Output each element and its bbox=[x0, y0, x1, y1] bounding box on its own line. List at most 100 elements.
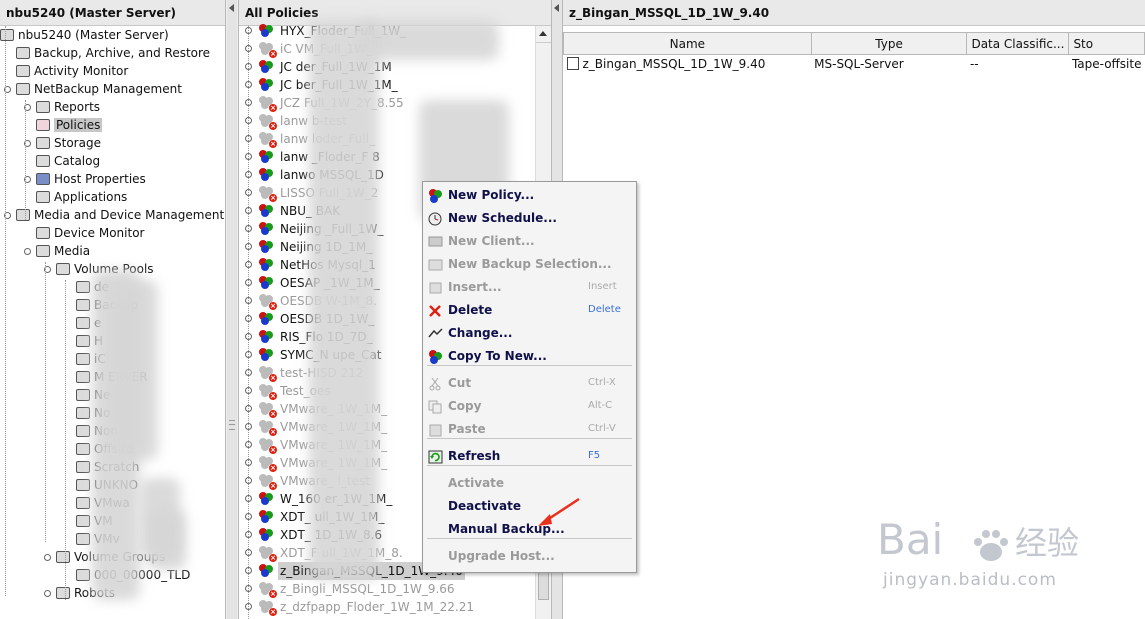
device-monitor-icon bbox=[36, 227, 50, 239]
policy-inactive-icon: × bbox=[259, 96, 277, 112]
tree-item-label: Device Monitor bbox=[54, 226, 145, 240]
menu-item-deactivate[interactable]: Deactivate bbox=[423, 495, 636, 517]
tree-item-catalog[interactable]: Catalog bbox=[36, 152, 100, 170]
tree-item-netbackup-management[interactable]: NetBackup Management bbox=[16, 80, 182, 98]
tree-item-policies[interactable]: Policies bbox=[36, 116, 103, 134]
menu-item-cut[interactable]: Cut Ctrl-X bbox=[423, 372, 636, 394]
column-header-data-classification[interactable]: Data Classific... bbox=[966, 32, 1070, 55]
tree-item-device-monitor[interactable]: Device Monitor bbox=[36, 224, 144, 242]
tree-item-label: Storage bbox=[54, 136, 101, 150]
redaction-blur bbox=[359, 20, 499, 60]
tree-item-storage[interactable]: Storage bbox=[36, 134, 101, 152]
insert-icon bbox=[428, 280, 443, 294]
expand-toggle-icon[interactable] bbox=[24, 248, 31, 255]
menu-item-shortcut: F5 bbox=[588, 450, 601, 461]
menu-item-new-backup-selection[interactable]: New Backup Selection... bbox=[423, 253, 636, 275]
menu-item-shortcut: Ctrl-V bbox=[588, 423, 616, 434]
menu-item-label: New Schedule... bbox=[448, 211, 557, 225]
expand-toggle-icon[interactable] bbox=[44, 590, 51, 597]
context-menu: New Policy... New Schedule... New Client..… bbox=[422, 181, 637, 573]
menu-item-shortcut: Alt-C bbox=[588, 400, 613, 411]
tree-item-applications[interactable]: Applications bbox=[36, 188, 127, 206]
tree-item-label: Reports bbox=[54, 100, 101, 114]
menu-item-change[interactable]: Change... bbox=[423, 322, 636, 344]
baidu-paw-icon: Bai 经验 bbox=[877, 515, 1079, 564]
menu-item-shortcut: Delete bbox=[588, 304, 621, 315]
expand-toggle-icon[interactable] bbox=[44, 554, 51, 561]
policy-inactive-icon: × bbox=[259, 420, 277, 436]
menu-item-refresh[interactable]: Refresh F5 bbox=[423, 445, 636, 467]
tree-item-reports[interactable]: Reports bbox=[36, 98, 100, 116]
policy-doc-icon bbox=[566, 57, 579, 70]
policy-active-icon bbox=[259, 258, 275, 272]
tree-item-media-and-device-management[interactable]: Media and Device Management bbox=[16, 206, 224, 224]
policy-inactive-icon: × bbox=[259, 294, 277, 310]
menu-item-label: Deactivate bbox=[448, 499, 521, 513]
menu-item-insert[interactable]: Insert... Insert bbox=[423, 276, 636, 298]
menu-item-label: Refresh bbox=[448, 449, 501, 463]
menu-item-delete[interactable]: Delete Delete bbox=[423, 299, 636, 321]
volume-icon bbox=[76, 515, 90, 527]
policy-inactive-icon: × bbox=[259, 546, 277, 562]
policy-inactive-icon: × bbox=[259, 366, 277, 382]
menu-item-label: New Client... bbox=[448, 234, 535, 248]
menu-item-paste[interactable]: Paste Ctrl-V bbox=[423, 418, 636, 440]
policy-active-icon bbox=[259, 312, 275, 326]
collapse-middle-icon[interactable] bbox=[554, 4, 559, 12]
policy-icon bbox=[36, 119, 50, 131]
row-storage: Tape-offsite bbox=[1071, 57, 1142, 71]
tree-connector-line bbox=[25, 100, 26, 220]
menu-item-activate[interactable]: Activate bbox=[423, 472, 636, 494]
copy-icon bbox=[428, 399, 443, 414]
left-splitter[interactable] bbox=[227, 0, 237, 619]
volume-icon bbox=[76, 443, 90, 455]
menu-item-copy[interactable]: Copy Alt-C bbox=[423, 395, 636, 417]
tree-item-label: nbu5240 (Master Server) bbox=[18, 28, 169, 42]
volume-icon bbox=[76, 533, 90, 545]
row-name-cell: z_Bingan_MSSQL_1D_1W_9.40 bbox=[564, 55, 812, 74]
menu-item-new-policy[interactable]: New Policy... bbox=[423, 184, 636, 206]
menu-item-label: New Backup Selection... bbox=[448, 257, 612, 271]
tree-item-label: Media and Device Management bbox=[34, 208, 225, 222]
menu-item-new-schedule[interactable]: New Schedule... bbox=[423, 207, 636, 229]
host-icon bbox=[36, 173, 50, 185]
collapse-left-icon[interactable] bbox=[229, 4, 234, 12]
column-header-storage[interactable]: Sto bbox=[1068, 32, 1145, 55]
menu-separator bbox=[427, 438, 632, 439]
policy-active-icon bbox=[259, 510, 275, 524]
policy-name: z_dzfpapp_Floder_1W_1M_22.21 bbox=[280, 600, 474, 614]
menu-item-new-client[interactable]: New Client... bbox=[423, 230, 636, 252]
tree-item-label: Catalog bbox=[54, 154, 101, 168]
menu-item-manual-backup[interactable]: Manual Backup... bbox=[423, 518, 636, 540]
tree-item-backup-archive-and-restore[interactable]: Backup, Archive, and Restore bbox=[16, 44, 210, 62]
tree-item-host-properties[interactable]: Host Properties bbox=[36, 170, 146, 188]
menu-item-copy-to-new[interactable]: Copy To New... bbox=[423, 345, 636, 367]
menu-item-upgrade-host[interactable]: Upgrade Host... bbox=[423, 545, 636, 567]
menu-item-label: Insert... bbox=[448, 280, 502, 294]
tree-item-media[interactable]: Media bbox=[36, 242, 90, 260]
volume-icon bbox=[76, 353, 90, 365]
tree-item-nbu5240-master-server[interactable]: nbu5240 (Master Server) bbox=[0, 26, 169, 44]
splitter-grip-icon[interactable] bbox=[229, 420, 235, 430]
tree-item-activity-monitor[interactable]: Activity Monitor bbox=[16, 62, 128, 80]
policy-active-icon bbox=[259, 222, 275, 236]
tree-item-label: Host Properties bbox=[54, 172, 146, 186]
tree-item-label: Policies bbox=[54, 118, 103, 132]
volume-icon bbox=[76, 407, 90, 419]
cut-icon bbox=[428, 376, 443, 391]
row-name: z_Bingan_MSSQL_1D_1W_9.40 bbox=[582, 57, 766, 71]
application-icon bbox=[36, 191, 50, 203]
policy-name: z_Bingli_MSSQL_1D_1W_9.66 bbox=[280, 582, 455, 596]
policy-active-icon bbox=[259, 492, 275, 506]
policy-detail-title: z_Bingan_MSSQL_1D_1W_9.40 bbox=[563, 0, 1145, 26]
scroll-up-icon[interactable] bbox=[536, 26, 551, 43]
server-icon bbox=[0, 29, 14, 41]
media-icon bbox=[36, 245, 50, 257]
volume-icon bbox=[76, 389, 90, 401]
management-icon bbox=[16, 83, 30, 95]
tree-item-label: Media bbox=[54, 244, 91, 258]
table-row[interactable]: z_Bingan_MSSQL_1D_1W_9.40 MS-SQL-Server … bbox=[564, 55, 1145, 74]
policy-inactive-icon: × bbox=[259, 474, 277, 490]
column-header-name[interactable]: Name bbox=[563, 32, 812, 55]
column-header-type[interactable]: Type bbox=[810, 32, 968, 55]
